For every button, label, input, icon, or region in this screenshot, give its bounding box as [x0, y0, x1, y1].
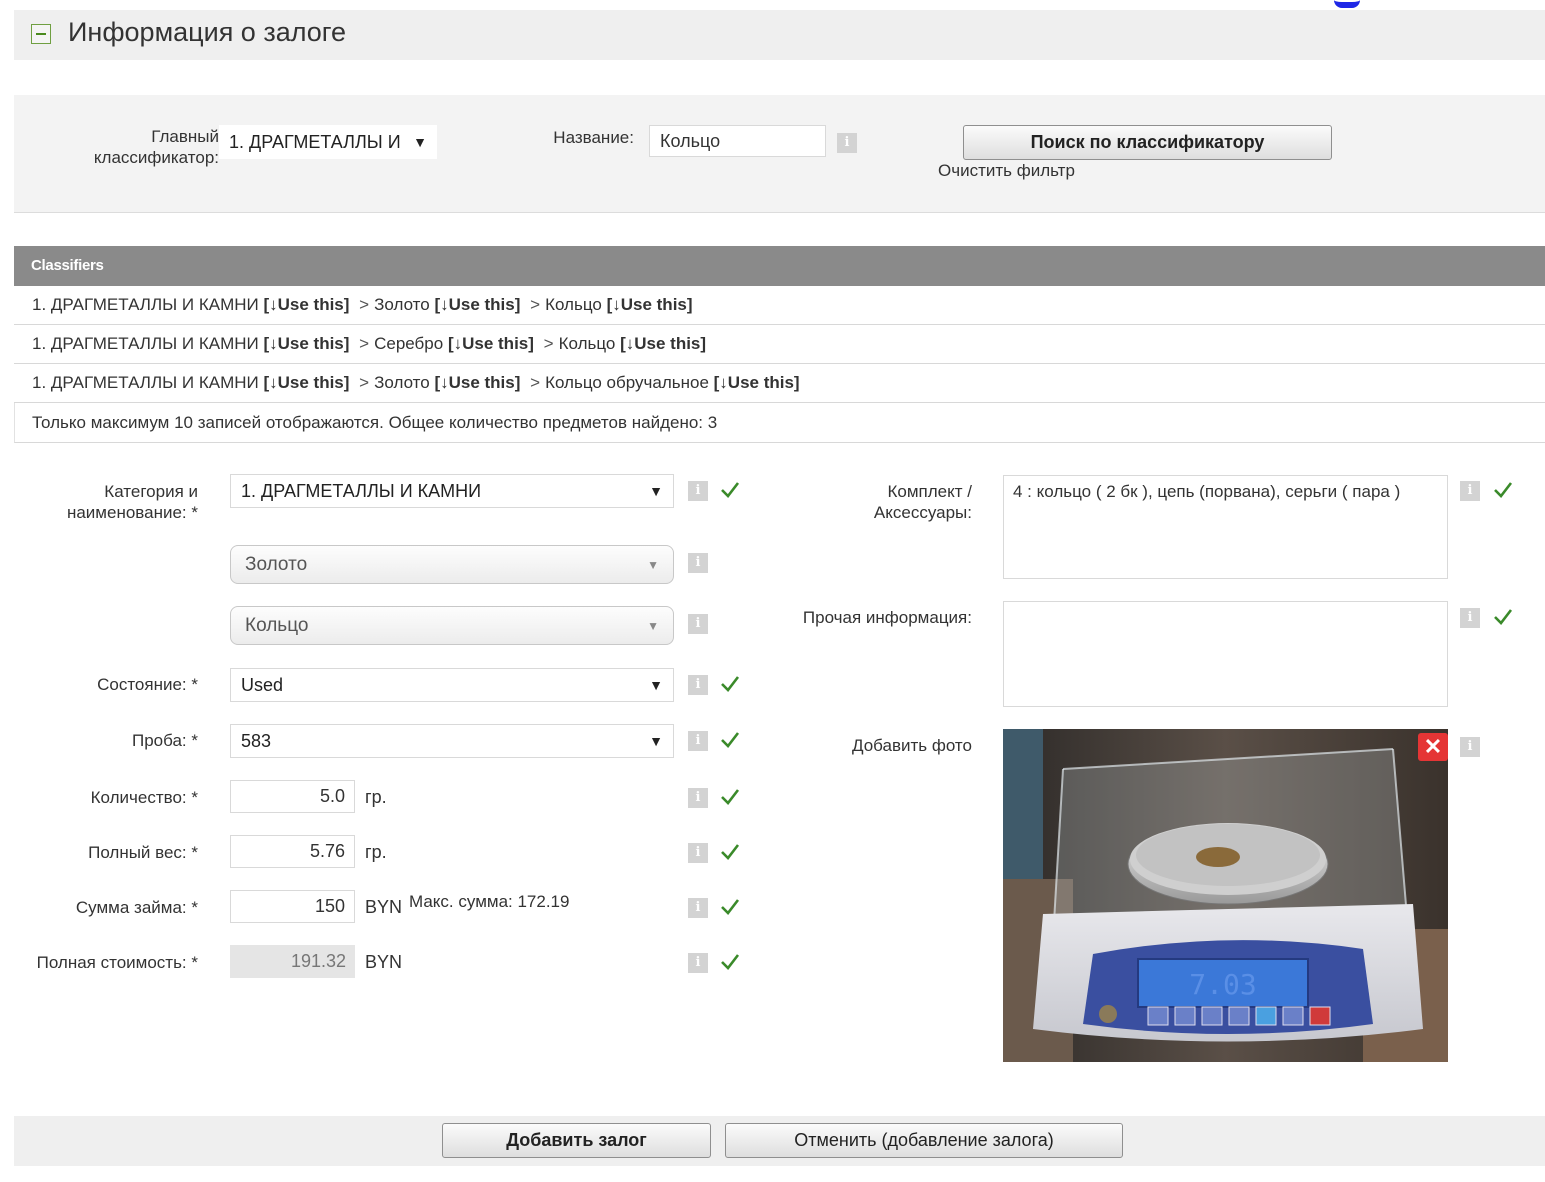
category-label: Категория и наименование: *: [66, 482, 198, 522]
info-icon[interactable]: i: [688, 614, 708, 634]
search-classifier-button[interactable]: Поиск по классификатору: [963, 125, 1332, 160]
add-pledge-button[interactable]: Добавить залог: [442, 1123, 711, 1158]
info-icon[interactable]: i: [688, 843, 708, 863]
item-photo: 7.03: [1003, 729, 1448, 1062]
info-icon[interactable]: i: [837, 133, 857, 153]
collapse-icon[interactable]: [31, 24, 51, 44]
quantity-unit: гр.: [365, 787, 387, 807]
check-icon: [719, 479, 741, 501]
use-this-link[interactable]: [↓Use this]: [263, 334, 349, 353]
scale-photo-image: 7.03: [1003, 729, 1448, 1062]
info-icon[interactable]: i: [1460, 737, 1480, 757]
classifiers-header: Classifiers: [14, 246, 1545, 286]
kit-label: Комплект / Аксессуары:: [873, 482, 972, 522]
info-icon[interactable]: i: [688, 788, 708, 808]
other-info-label: Прочая информация:: [802, 608, 972, 627]
dropdown-arrow-icon: ▼: [647, 618, 659, 633]
scale-display-text: 7.03: [1189, 968, 1256, 1001]
max-sum-text: Макс. сумма: 172.19: [409, 892, 570, 911]
use-this-link[interactable]: [↓Use this]: [434, 373, 520, 392]
dropdown-arrow-icon: ▼: [649, 677, 663, 693]
loan-unit: BYN: [365, 897, 403, 917]
check-icon: [719, 841, 741, 863]
other-info-textarea[interactable]: [1003, 601, 1448, 707]
decorative-mark: [1334, 0, 1360, 8]
dropdown-arrow-icon: ▼: [413, 134, 427, 150]
add-photo-label: Добавить фото: [852, 736, 972, 755]
quantity-label: Количество: *: [90, 788, 198, 807]
classifier-row: 1. ДРАГМЕТАЛЛЫ И КАМНИ [↓Use this] > Золо…: [14, 364, 1545, 403]
quantity-input[interactable]: 5.0: [230, 780, 355, 813]
loan-label: Сумма займа: *: [75, 898, 198, 917]
dropdown-arrow-icon: ▼: [647, 557, 659, 572]
use-this-link[interactable]: [↓Use this]: [607, 295, 693, 314]
delete-photo-icon[interactable]: ✕: [1418, 733, 1448, 761]
section-title: Информация о залоге: [68, 17, 347, 47]
info-icon[interactable]: i: [688, 953, 708, 973]
use-this-link[interactable]: [↓Use this]: [620, 334, 706, 353]
use-this-link[interactable]: [↓Use this]: [714, 373, 800, 392]
info-icon[interactable]: i: [1460, 608, 1480, 628]
use-this-link[interactable]: [↓Use this]: [448, 334, 534, 353]
dropdown-arrow-icon: ▼: [649, 733, 663, 749]
check-icon: [1492, 479, 1514, 501]
check-icon: [719, 729, 741, 751]
main-classifier-label: Главный классификатор:: [93, 127, 219, 167]
weight-label: Полный вес: *: [88, 843, 198, 862]
main-classifier-value: 1. ДРАГМЕТАЛЛЫ И: [229, 131, 401, 152]
purity-label: Проба: *: [132, 731, 198, 750]
check-icon: [719, 951, 741, 973]
dropdown-arrow-icon: ▼: [649, 483, 663, 499]
classifier-row: 1. ДРАГМЕТАЛЛЫ И КАМНИ [↓Use this] > Сере…: [14, 325, 1545, 364]
classifiers-note: Только максимум 10 записей отображаются.…: [14, 403, 1545, 443]
weight-input[interactable]: 5.76: [230, 835, 355, 868]
purity-select[interactable]: 583 ▼: [230, 724, 674, 758]
classifier-row: 1. ДРАГМЕТАЛЛЫ И КАМНИ [↓Use this] > Золо…: [14, 286, 1545, 325]
item-select[interactable]: Кольцо ▼: [230, 606, 674, 645]
condition-select[interactable]: Used ▼: [230, 668, 674, 702]
clear-filter-link[interactable]: Очистить фильтр: [938, 161, 1075, 181]
cancel-pledge-button[interactable]: Отменить (добавление залога): [725, 1123, 1123, 1158]
condition-label: Состояние: *: [97, 675, 198, 694]
info-icon[interactable]: i: [688, 481, 708, 501]
check-icon: [719, 786, 741, 808]
subcategory-select[interactable]: Золото ▼: [230, 545, 674, 584]
total-label: Полная стоимость: *: [36, 953, 198, 972]
use-this-link[interactable]: [↓Use this]: [263, 373, 349, 392]
total-unit: BYN: [365, 952, 403, 972]
check-icon: [719, 896, 741, 918]
name-input[interactable]: Кольцо: [649, 125, 826, 157]
category-select[interactable]: 1. ДРАГМЕТАЛЛЫ И КАМНИ ▼: [230, 474, 674, 508]
total-value-field: 191.32: [230, 945, 355, 978]
info-icon[interactable]: i: [688, 675, 708, 695]
use-this-link[interactable]: [↓Use this]: [434, 295, 520, 314]
weight-unit: гр.: [365, 842, 387, 862]
main-classifier-select[interactable]: 1. ДРАГМЕТАЛЛЫ И ▼: [219, 125, 437, 159]
loan-input[interactable]: 150: [230, 890, 355, 923]
info-icon[interactable]: i: [688, 898, 708, 918]
info-icon[interactable]: i: [1460, 481, 1480, 501]
info-icon[interactable]: i: [688, 731, 708, 751]
check-icon: [1492, 606, 1514, 628]
use-this-link[interactable]: [↓Use this]: [263, 295, 349, 314]
kit-textarea[interactable]: 4 : кольцо ( 2 бк ), цепь (порвана), сер…: [1003, 475, 1448, 579]
name-label: Название:: [553, 128, 634, 147]
check-icon: [719, 673, 741, 695]
info-icon[interactable]: i: [688, 553, 708, 573]
